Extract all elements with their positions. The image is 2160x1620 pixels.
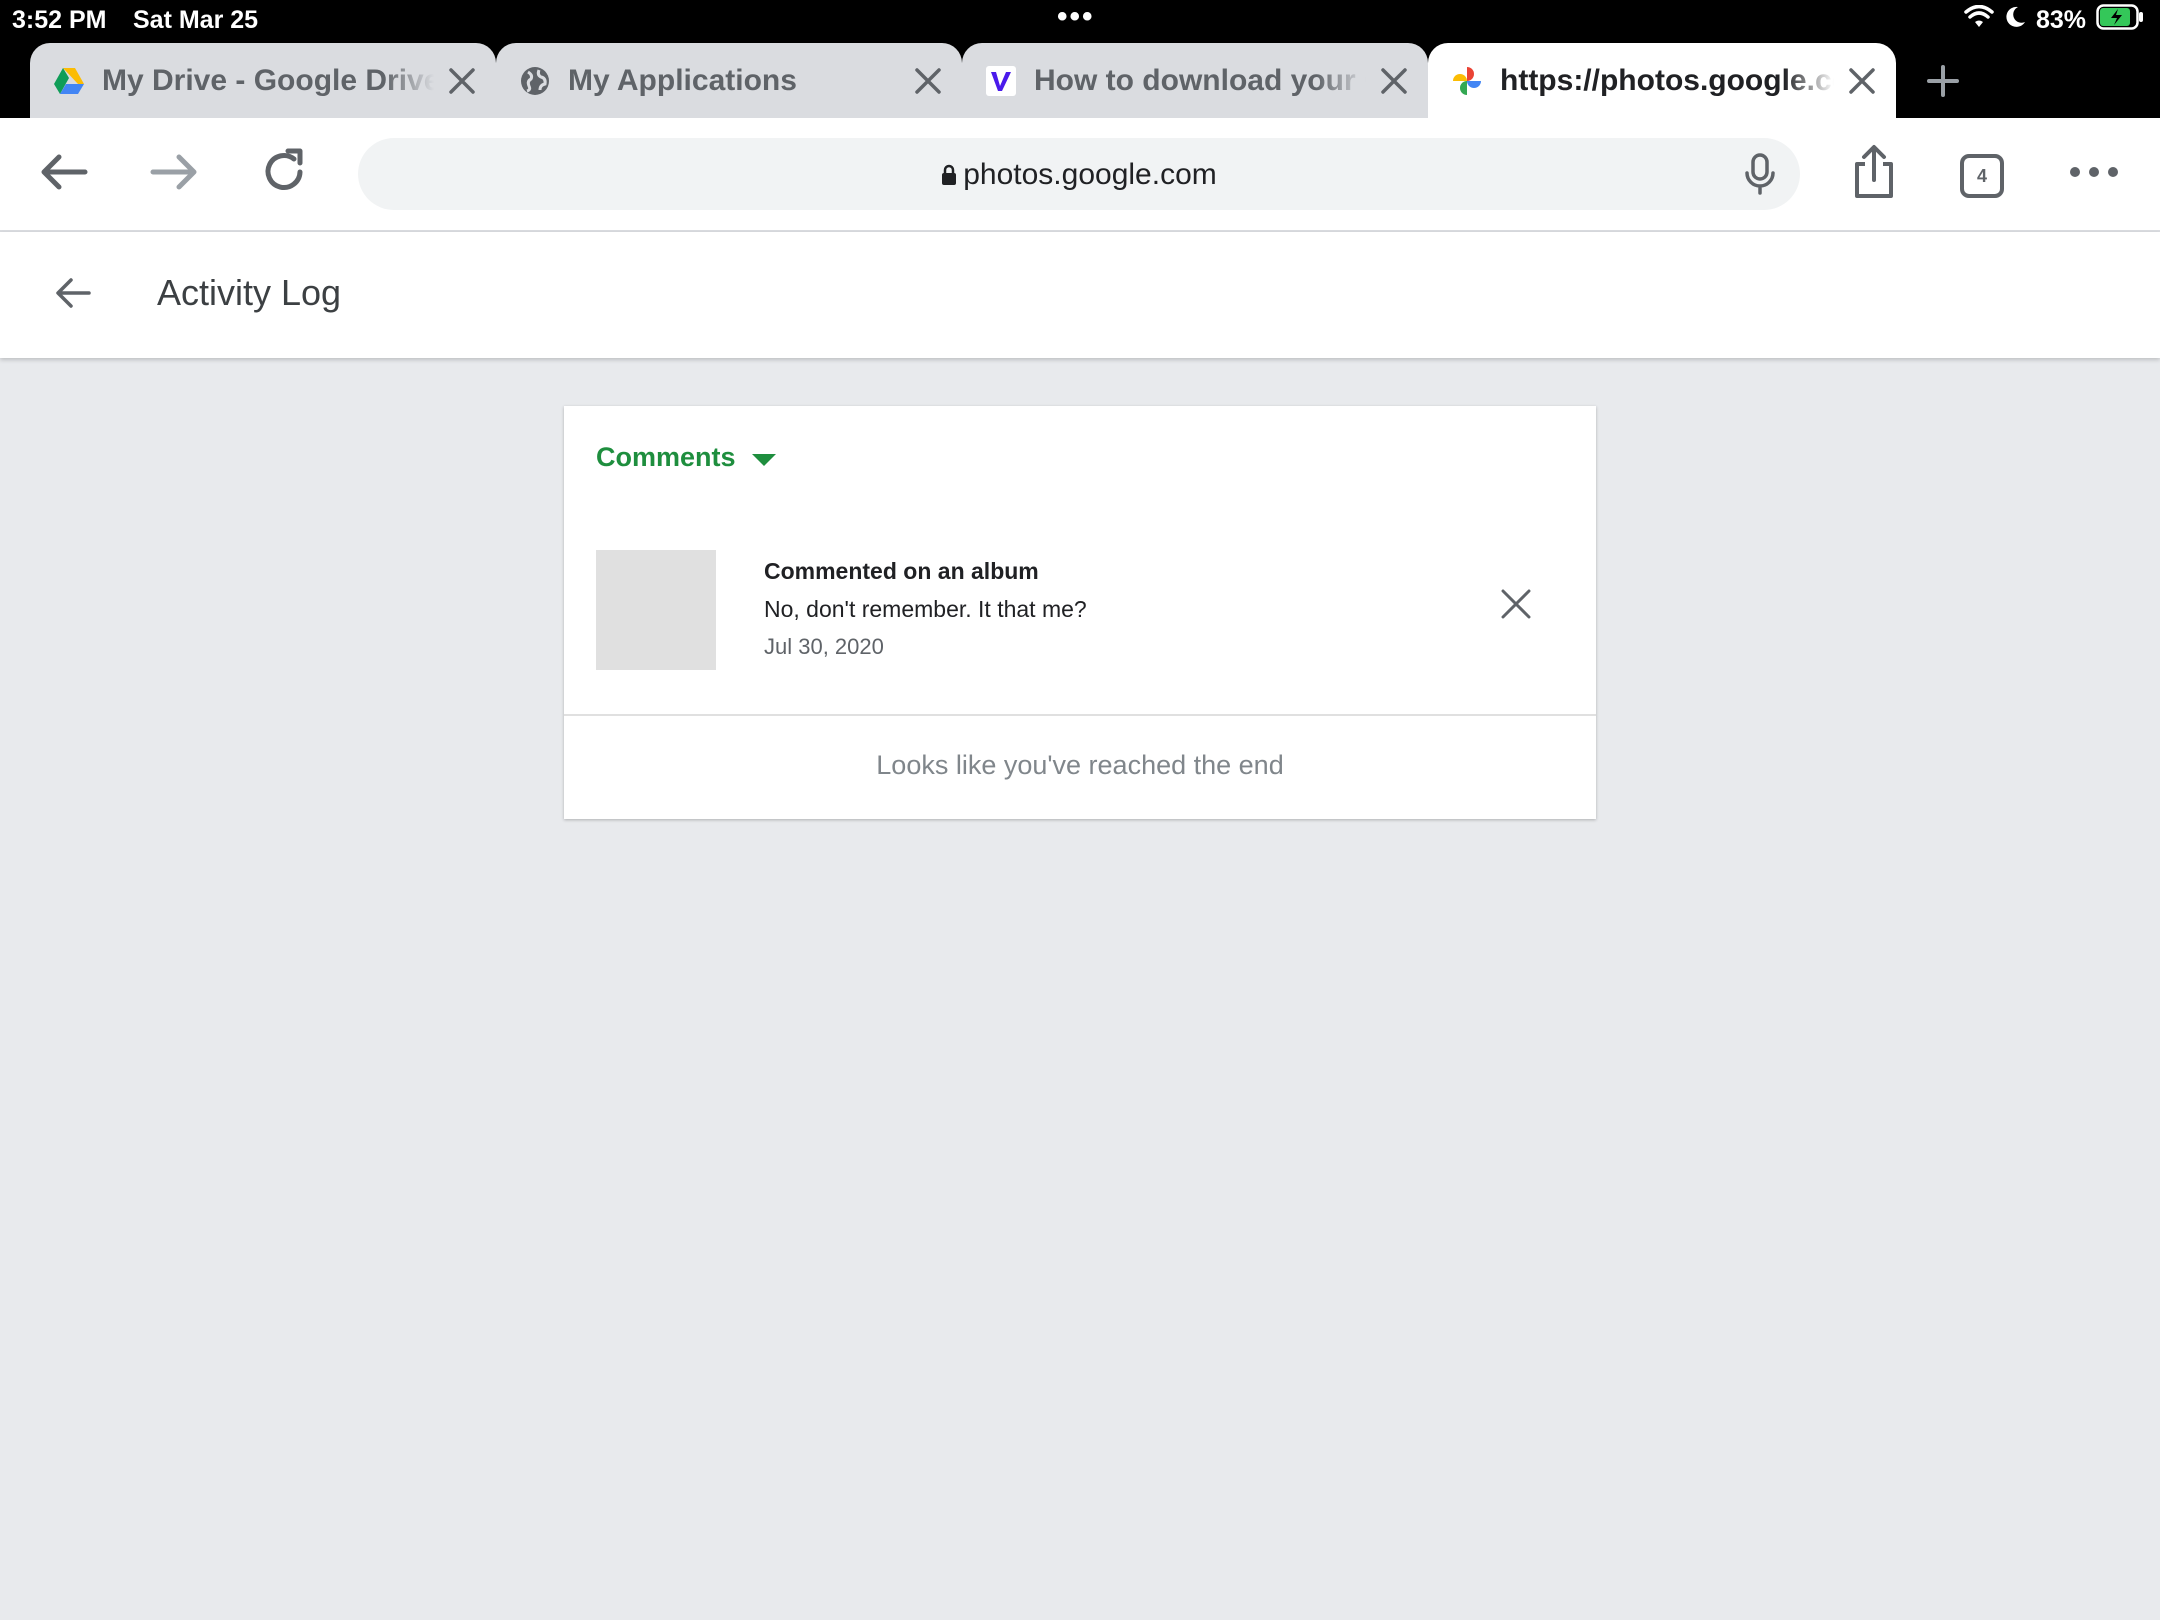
close-tab-icon[interactable]: [908, 61, 948, 101]
new-tab-button[interactable]: [1918, 58, 1968, 108]
multitasking-dots[interactable]: •••: [1057, 0, 1095, 34]
microphone-icon[interactable]: [1742, 152, 1778, 201]
tab-my-applications[interactable]: My Applications: [496, 43, 962, 118]
comment-text: No, don't remember. It that me?: [764, 596, 1087, 622]
status-date: Sat Mar 25: [133, 6, 259, 34]
arrow-right-icon: [149, 152, 199, 197]
more-horizontal-icon: [2069, 165, 2119, 183]
dropdown-arrow-icon: [751, 453, 776, 466]
tab-google-drive[interactable]: My Drive - Google Drive: [30, 43, 496, 118]
reload-button[interactable]: [256, 146, 312, 202]
status-bar: 3:52 PM Sat Mar 25 ••• 83%: [0, 0, 2160, 40]
tab-switcher-button[interactable]: 4: [1960, 154, 2004, 198]
reload-icon: [259, 147, 309, 202]
browser-toolbar: photos.google.com 4: [0, 118, 2160, 232]
share-icon: [1849, 144, 1899, 205]
filter-label: Comments: [596, 442, 736, 472]
tab-title: https://photos.google.com: [1500, 63, 1834, 97]
activity-filter-dropdown[interactable]: Comments: [596, 442, 776, 473]
address-bar[interactable]: photos.google.com: [358, 138, 1800, 210]
tab-title: My Drive - Google Drive: [102, 63, 434, 97]
tab-strip: My Drive - Google Drive My Applications …: [0, 40, 2160, 118]
lock-icon: [941, 160, 957, 194]
battery-percent: 83%: [2035, 6, 2086, 34]
share-button[interactable]: [1846, 144, 1902, 205]
battery-icon: [2096, 4, 2144, 37]
back-button[interactable]: [50, 272, 96, 318]
moon-icon: [2004, 5, 2026, 36]
wifi-icon: [1964, 4, 1994, 36]
globe-icon: [518, 64, 552, 98]
status-indicators: 83%: [1964, 4, 2144, 37]
more-menu-button[interactable]: [2066, 146, 2122, 202]
url-text: photos.google.com: [963, 158, 1217, 191]
album-thumbnail[interactable]: [596, 550, 716, 670]
tab-title: My Applications: [568, 63, 797, 97]
close-icon: [1500, 588, 1532, 625]
arrow-back-icon: [55, 277, 91, 314]
app-header: Activity Log: [0, 232, 2160, 358]
delete-activity-button[interactable]: [1494, 584, 1538, 628]
tab-google-photos[interactable]: https://photos.google.com: [1428, 43, 1896, 118]
tab-title: How to download your G: [1034, 63, 1366, 97]
arrow-left-icon: [39, 152, 89, 197]
activity-date: Jul 30, 2020: [764, 634, 884, 659]
activity-title: Commented on an album: [764, 558, 1039, 584]
forward-button[interactable]: [146, 146, 202, 202]
back-button[interactable]: [36, 146, 92, 202]
close-tab-icon[interactable]: [1374, 61, 1414, 101]
google-photos-icon: [1450, 64, 1484, 98]
google-drive-icon: [52, 64, 86, 98]
activity-card: Comments Commented on an album No, don't…: [564, 406, 1596, 819]
plus-icon: [1926, 64, 1960, 103]
divider: [564, 714, 1596, 716]
end-of-list-message: Looks like you've reached the end: [876, 750, 1284, 780]
page-title: Activity Log: [157, 272, 342, 313]
status-time: 3:52 PM: [12, 6, 107, 34]
close-tab-icon[interactable]: [1842, 61, 1882, 101]
v-logo-icon: [984, 64, 1018, 98]
close-tab-icon[interactable]: [442, 61, 482, 101]
tab-how-to-download[interactable]: How to download your G: [962, 43, 1428, 118]
